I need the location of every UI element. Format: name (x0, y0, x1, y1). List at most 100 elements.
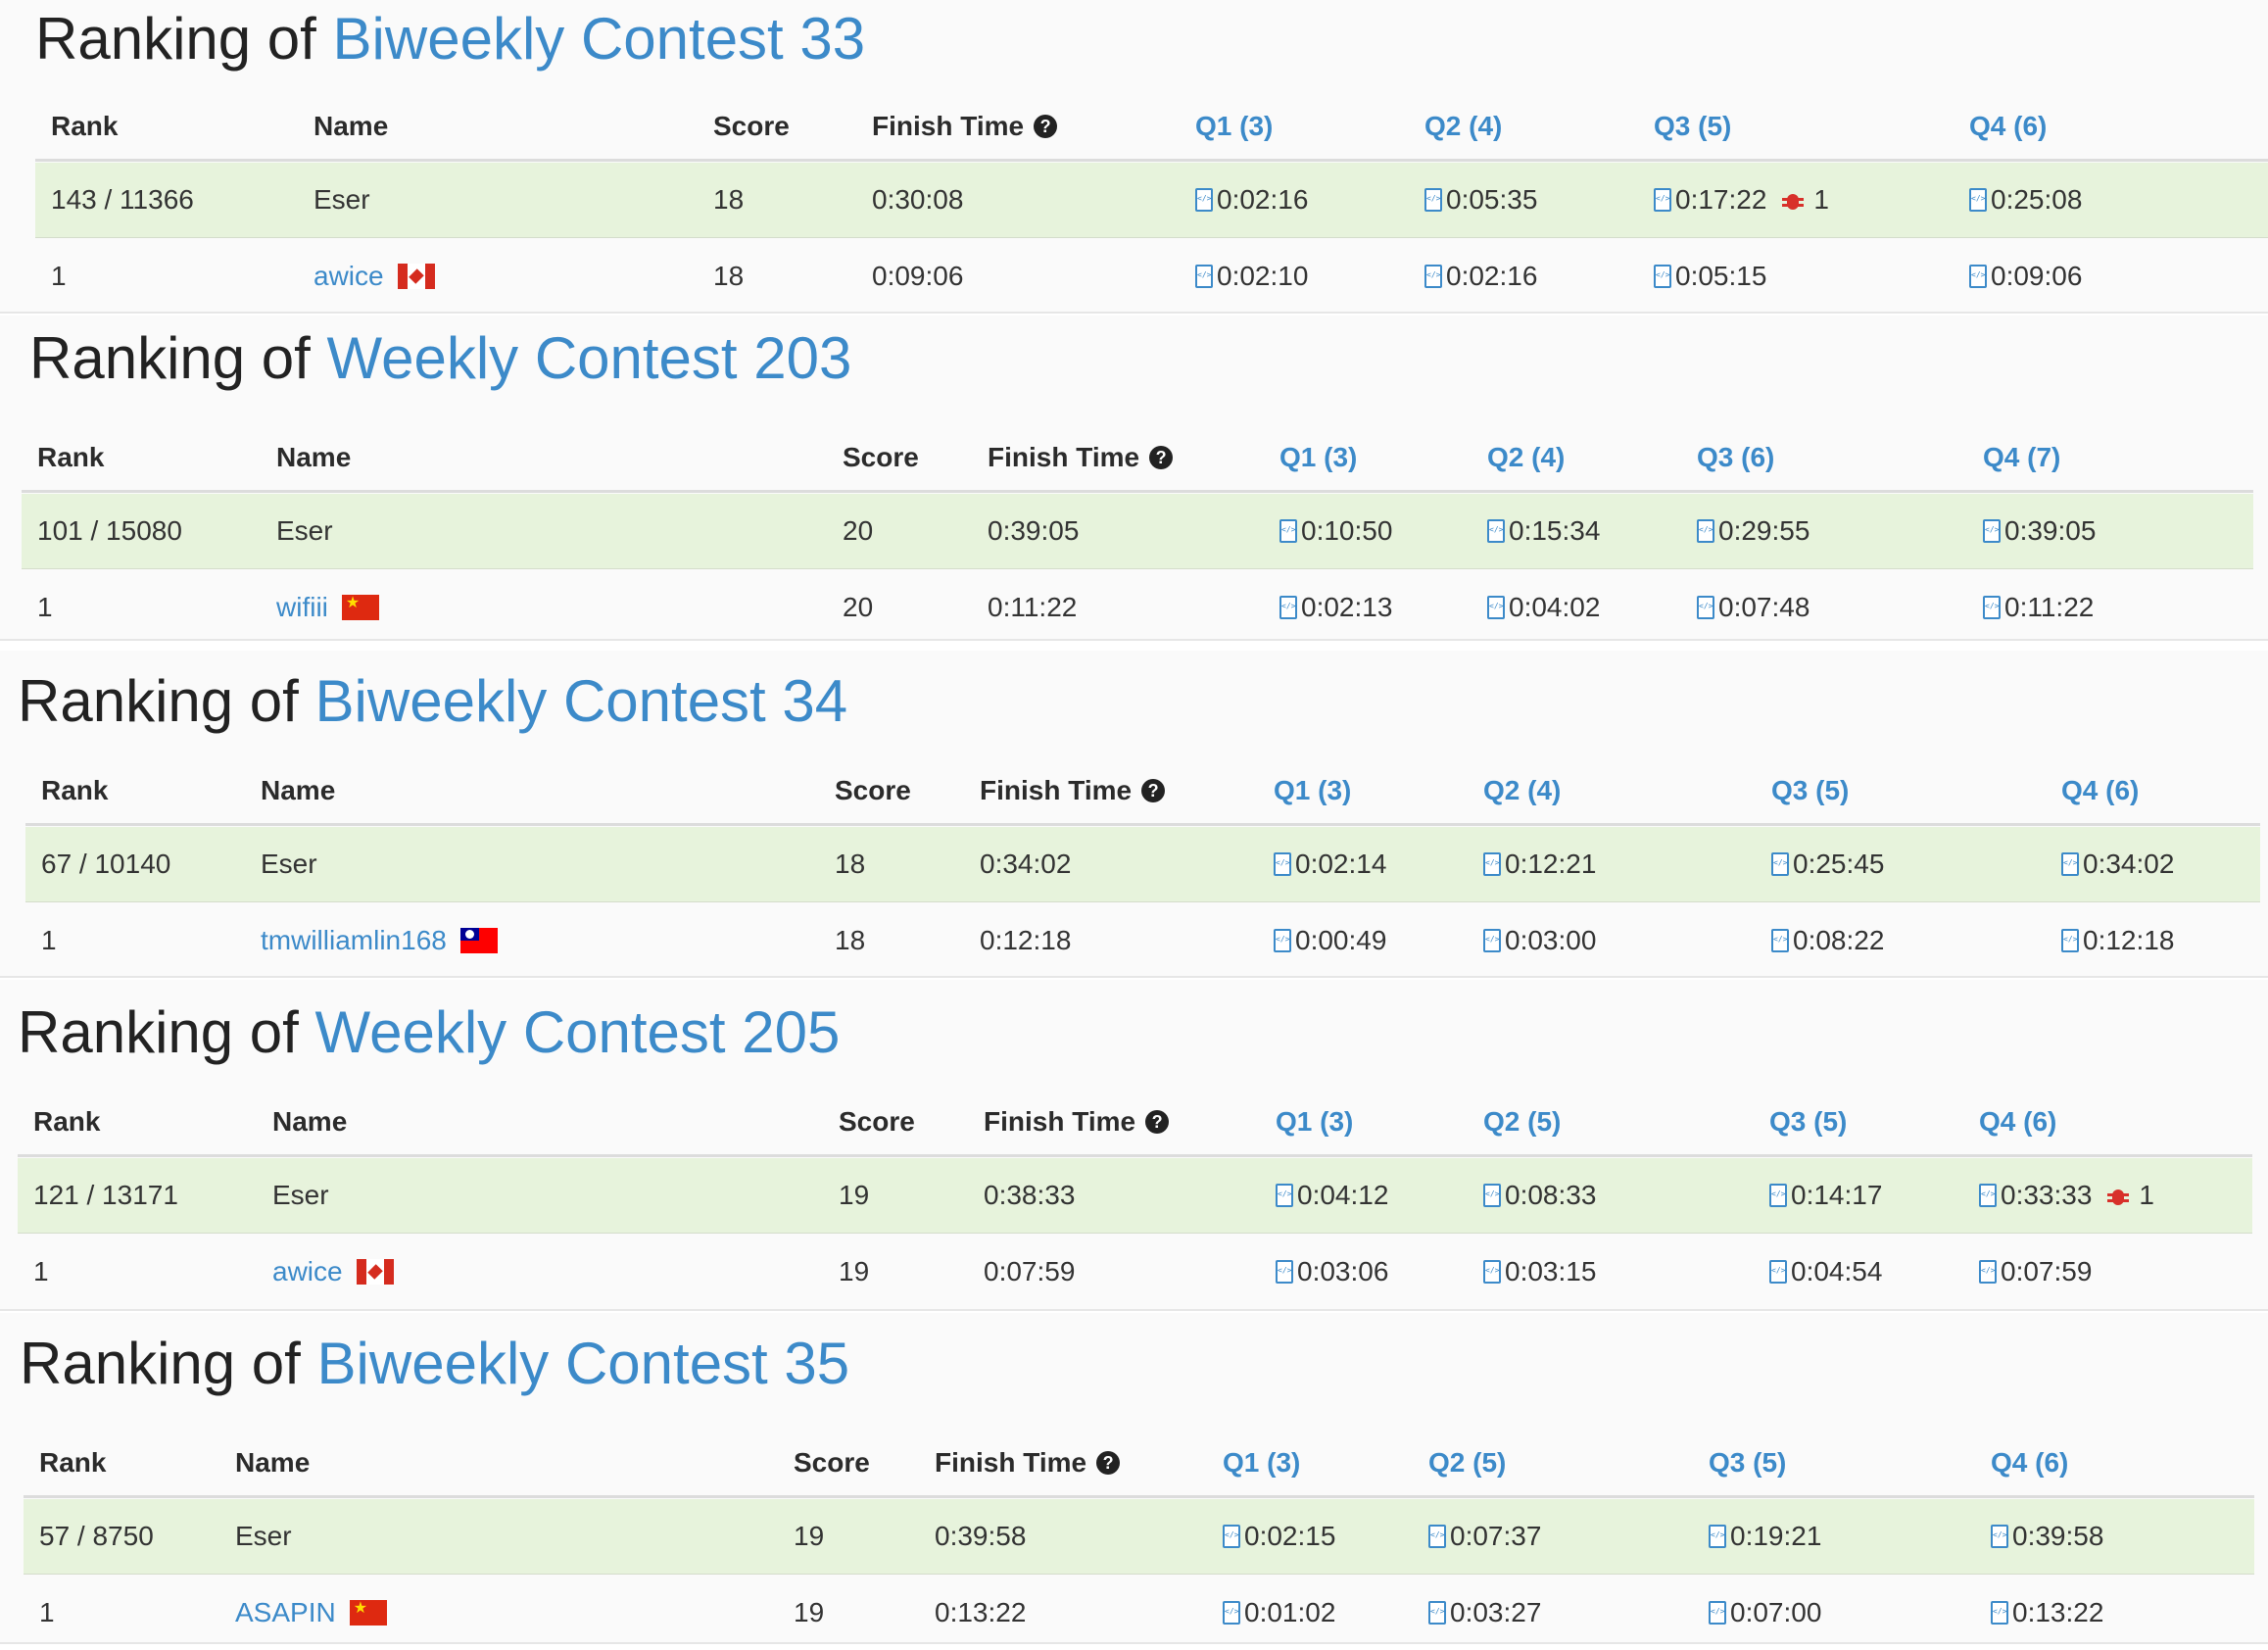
header-q2[interactable]: Q2 (4) (1487, 423, 1565, 492)
name-cell[interactable]: tmwilliamlin168 (261, 903, 498, 978)
code-icon[interactable] (1979, 1184, 1997, 1207)
q3-cell[interactable]: 0:25:45 (1771, 827, 1884, 901)
contest-link[interactable]: Biweekly Contest 34 (315, 668, 848, 734)
help-icon[interactable]: ? (1034, 115, 1058, 138)
code-icon[interactable] (1483, 1184, 1501, 1207)
code-icon[interactable] (1979, 1260, 1997, 1284)
header-q1[interactable]: Q1 (3) (1274, 756, 1351, 825)
header-q3[interactable]: Q3 (5) (1769, 1088, 1847, 1156)
header-q2[interactable]: Q2 (5) (1483, 1088, 1561, 1156)
name-cell[interactable]: awice (314, 239, 435, 314)
q3-cell[interactable]: 0:19:21 (1709, 1499, 1821, 1574)
q4-cell[interactable]: 0:12:18 (2061, 903, 2174, 978)
code-icon[interactable] (1487, 519, 1505, 543)
q2-cell[interactable]: 0:08:33 (1483, 1158, 1596, 1233)
code-icon[interactable] (1983, 519, 2001, 543)
q3-cell[interactable]: 0:05:15 (1654, 239, 1766, 314)
code-icon[interactable] (2061, 852, 2079, 876)
q4-cell[interactable]: 0:25:08 (1969, 163, 2082, 237)
code-icon[interactable] (1483, 929, 1501, 952)
code-icon[interactable] (1969, 188, 1987, 212)
header-q1[interactable]: Q1 (3) (1276, 1088, 1353, 1156)
code-icon[interactable] (1279, 519, 1297, 543)
q2-cell[interactable]: 0:07:37 (1428, 1499, 1541, 1574)
code-icon[interactable] (1697, 596, 1714, 619)
q2-cell[interactable]: 0:03:27 (1428, 1576, 1541, 1650)
q1-cell[interactable]: 0:03:06 (1276, 1235, 1388, 1309)
code-icon[interactable] (1709, 1525, 1726, 1548)
q2-cell[interactable]: 0:15:34 (1487, 494, 1600, 568)
code-icon[interactable] (1769, 1260, 1787, 1284)
code-icon[interactable] (1709, 1601, 1726, 1625)
code-icon[interactable] (1428, 1525, 1446, 1548)
q3-cell[interactable]: 0:07:00 (1709, 1576, 1821, 1650)
user-link[interactable]: wifiii (276, 592, 328, 623)
q2-cell[interactable]: 0:02:16 (1424, 239, 1537, 314)
q4-cell[interactable]: 0:33:331 (1979, 1158, 2154, 1233)
q3-cell[interactable]: 0:07:48 (1697, 570, 1810, 645)
header-q3[interactable]: Q3 (5) (1709, 1429, 1786, 1497)
code-icon[interactable] (1991, 1601, 2008, 1625)
q4-cell[interactable]: 0:07:59 (1979, 1235, 2092, 1309)
header-q4[interactable]: Q4 (6) (1991, 1429, 2068, 1497)
header-q1[interactable]: Q1 (3) (1223, 1429, 1300, 1497)
user-link[interactable]: ASAPIN (235, 1597, 336, 1628)
header-q2[interactable]: Q2 (4) (1483, 756, 1561, 825)
code-icon[interactable] (1487, 596, 1505, 619)
user-link[interactable]: awice (314, 261, 384, 292)
q4-cell[interactable]: 0:09:06 (1969, 239, 2082, 314)
header-q4[interactable]: Q4 (6) (2061, 756, 2139, 825)
q2-cell[interactable]: 0:03:00 (1483, 903, 1596, 978)
code-icon[interactable] (1428, 1601, 1446, 1625)
name-cell[interactable]: awice (272, 1235, 394, 1309)
help-icon[interactable]: ? (1096, 1451, 1121, 1475)
code-icon[interactable] (1279, 596, 1297, 619)
header-q1[interactable]: Q1 (3) (1195, 92, 1273, 161)
contest-link[interactable]: Weekly Contest 203 (327, 325, 852, 391)
code-icon[interactable] (1223, 1601, 1240, 1625)
code-icon[interactable] (1983, 596, 2001, 619)
q3-cell[interactable]: 0:29:55 (1697, 494, 1810, 568)
header-q4[interactable]: Q4 (6) (1969, 92, 2047, 161)
code-icon[interactable] (2061, 929, 2079, 952)
code-icon[interactable] (1654, 188, 1671, 212)
header-q3[interactable]: Q3 (5) (1654, 92, 1731, 161)
code-icon[interactable] (1483, 1260, 1501, 1284)
help-icon[interactable]: ? (1145, 1110, 1170, 1134)
code-icon[interactable] (1424, 265, 1442, 288)
help-icon[interactable]: ? (1141, 779, 1166, 802)
q2-cell[interactable]: 0:12:21 (1483, 827, 1596, 901)
q2-cell[interactable]: 0:03:15 (1483, 1235, 1596, 1309)
code-icon[interactable] (1771, 852, 1789, 876)
code-icon[interactable] (1274, 852, 1291, 876)
code-icon[interactable] (1969, 265, 1987, 288)
q1-cell[interactable]: 0:10:50 (1279, 494, 1392, 568)
help-icon[interactable]: ? (1149, 446, 1174, 469)
q1-cell[interactable]: 0:02:14 (1274, 827, 1386, 901)
code-icon[interactable] (1276, 1260, 1293, 1284)
name-cell[interactable]: ASAPIN (235, 1576, 387, 1650)
q1-cell[interactable]: 0:02:10 (1195, 239, 1308, 314)
user-link[interactable]: awice (272, 1256, 343, 1287)
q4-cell[interactable]: 0:39:05 (1983, 494, 2096, 568)
contest-link[interactable]: Weekly Contest 205 (315, 999, 841, 1065)
q1-cell[interactable]: 0:02:15 (1223, 1499, 1335, 1574)
q2-cell[interactable]: 0:04:02 (1487, 570, 1600, 645)
code-icon[interactable] (1654, 265, 1671, 288)
code-icon[interactable] (1991, 1525, 2008, 1548)
code-icon[interactable] (1274, 929, 1291, 952)
header-q2[interactable]: Q2 (5) (1428, 1429, 1506, 1497)
header-q3[interactable]: Q3 (6) (1697, 423, 1774, 492)
name-cell[interactable]: wifiii (276, 570, 379, 645)
q3-cell[interactable]: 0:14:17 (1769, 1158, 1882, 1233)
header-q3[interactable]: Q3 (5) (1771, 756, 1849, 825)
q1-cell[interactable]: 0:02:16 (1195, 163, 1308, 237)
user-link[interactable]: tmwilliamlin168 (261, 925, 447, 956)
q4-cell[interactable]: 0:34:02 (2061, 827, 2174, 901)
header-q4[interactable]: Q4 (6) (1979, 1088, 2056, 1156)
q1-cell[interactable]: 0:00:49 (1274, 903, 1386, 978)
code-icon[interactable] (1195, 265, 1213, 288)
contest-link[interactable]: Biweekly Contest 33 (333, 6, 866, 72)
code-icon[interactable] (1697, 519, 1714, 543)
q1-cell[interactable]: 0:04:12 (1276, 1158, 1388, 1233)
